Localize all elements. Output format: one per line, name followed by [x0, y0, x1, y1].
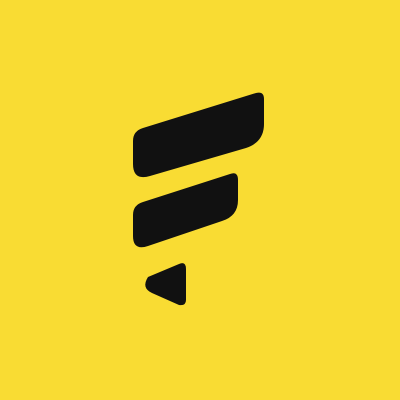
logo-middle-band	[133, 173, 238, 248]
stacked-f-logo-icon	[133, 92, 264, 306]
logo-canvas	[0, 0, 400, 400]
logo-top-band	[133, 92, 264, 178]
logo-bottom-point	[145, 263, 186, 306]
